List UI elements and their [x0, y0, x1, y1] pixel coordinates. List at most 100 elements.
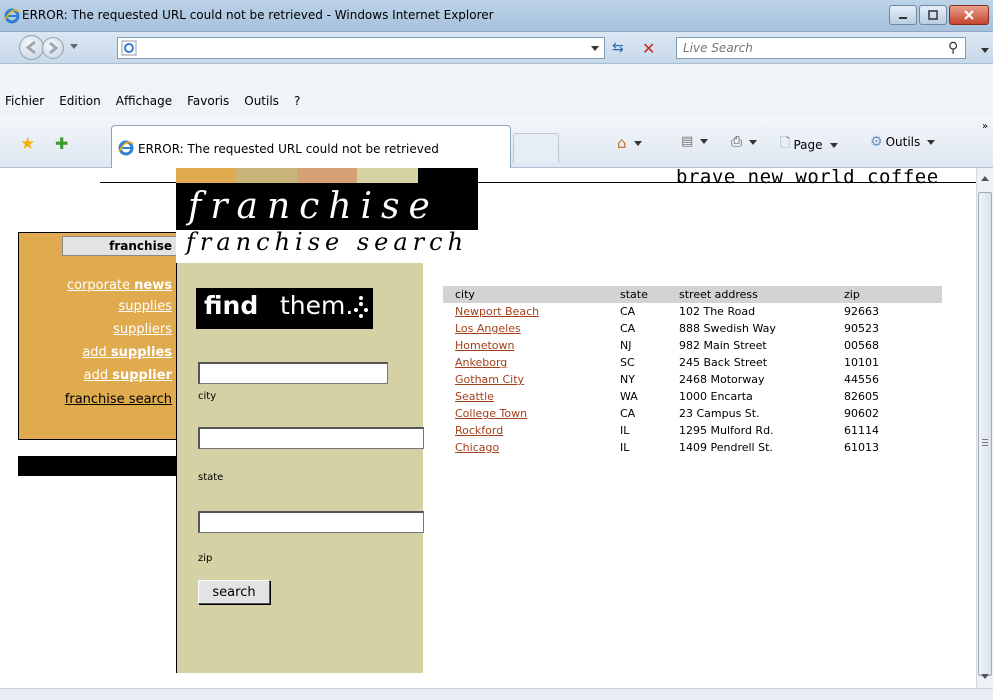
- toolbar-chevron-icon[interactable]: »: [982, 121, 988, 132]
- nav-link-corporate-news[interactable]: corporate news: [67, 278, 172, 293]
- print-dropdown-icon[interactable]: [749, 139, 758, 145]
- feeds-dropdown-icon[interactable]: [700, 139, 709, 144]
- table-row: Ankeborg SC 245 Back Street 10101: [443, 354, 942, 371]
- nav-link-franchise-search[interactable]: franchise search: [65, 392, 172, 407]
- refresh-icon[interactable]: ⇆: [612, 40, 624, 56]
- menu-edit[interactable]: Edition: [58, 94, 102, 108]
- command-bar: ★ ✚ ERROR: The requested URL could not b…: [0, 117, 993, 168]
- address-cell: 102 The Road: [679, 305, 756, 318]
- address-cell: 2468 Motorway: [679, 373, 765, 386]
- dots-icon: [354, 296, 368, 318]
- feeds-button[interactable]: ▤: [681, 134, 709, 149]
- city-link[interactable]: College Town: [455, 407, 527, 420]
- nav-link-add-supplier[interactable]: add supplier: [84, 368, 172, 383]
- col-street-address: street address: [667, 286, 832, 303]
- city-link[interactable]: Newport Beach: [455, 305, 539, 318]
- table-row: Newport Beach CA 102 The Road 92663: [443, 303, 942, 320]
- history-dropdown-icon[interactable]: [70, 44, 78, 49]
- city-link[interactable]: Hometown: [455, 339, 515, 352]
- table-header-row: city state street address zip: [443, 286, 942, 303]
- search-icon[interactable]: ⚲: [948, 40, 958, 56]
- state-cell: NJ: [620, 339, 632, 352]
- address-cell: 1409 Pendrell St.: [679, 441, 773, 454]
- city-link[interactable]: Ankeborg: [455, 356, 507, 369]
- address-cell: 23 Campus St.: [679, 407, 760, 420]
- state-cell: IL: [620, 424, 630, 437]
- search-box[interactable]: [676, 37, 966, 59]
- state-cell: WA: [620, 390, 638, 403]
- state-cell: SC: [620, 356, 635, 369]
- search-input[interactable]: [677, 38, 917, 58]
- tools-menu-button[interactable]: ⚙ Outils: [870, 134, 936, 150]
- new-tab-button[interactable]: [513, 133, 559, 163]
- address-dropdown-icon[interactable]: [591, 46, 599, 51]
- menu-file[interactable]: Fichier: [4, 94, 45, 108]
- maximize-button[interactable]: [919, 5, 947, 25]
- tab-ie-icon: [118, 140, 134, 156]
- home-dropdown-icon[interactable]: [633, 140, 642, 146]
- close-window-button[interactable]: [949, 5, 989, 25]
- zip-cell: 92663: [844, 305, 879, 318]
- back-button[interactable]: [19, 35, 44, 60]
- scroll-down-icon[interactable]: [981, 674, 989, 679]
- search-dropdown-icon[interactable]: [981, 48, 989, 53]
- page-menu-button[interactable]: 🗋 Page: [780, 134, 838, 156]
- zip-cell: 90602: [844, 407, 879, 420]
- scroll-grip-icon: [982, 439, 988, 446]
- city-link[interactable]: Seattle: [455, 390, 494, 403]
- city-link[interactable]: Los Angeles: [455, 322, 521, 335]
- page-dropdown-icon[interactable]: [829, 142, 838, 148]
- zip-cell: 90523: [844, 322, 879, 335]
- zip-cell: 82605: [844, 390, 879, 403]
- nav-footer-bar: [18, 456, 176, 476]
- menu-favorites[interactable]: Favoris: [186, 94, 230, 108]
- menu-tools[interactable]: Outils: [243, 94, 280, 108]
- state-cell: NY: [620, 373, 635, 386]
- add-favorite-icon[interactable]: ✚: [55, 134, 68, 153]
- table-row: Chicago IL 1409 Pendrell St. 61013: [443, 439, 942, 456]
- nav-header-label: franchise: [109, 239, 172, 253]
- zip-cell: 44556: [844, 373, 879, 386]
- address-cell: 888 Swedish Way: [679, 322, 776, 335]
- back-arrow-icon: [25, 40, 36, 55]
- nav-link-suppliers[interactable]: suppliers: [113, 322, 172, 337]
- state-input[interactable]: [198, 427, 424, 449]
- city-link[interactable]: Rockford: [455, 424, 503, 437]
- zip-cell: 10101: [844, 356, 879, 369]
- nav-link-add-supplies[interactable]: add supplies: [82, 345, 172, 360]
- tab-current[interactable]: ERROR: The requested URL could not be re…: [111, 125, 511, 168]
- nav-link-supplies[interactable]: supplies: [118, 299, 172, 314]
- address-field[interactable]: [117, 37, 605, 59]
- scroll-thumb[interactable]: [978, 192, 992, 676]
- city-input[interactable]: [198, 362, 388, 384]
- city-link[interactable]: Gotham City: [455, 373, 524, 386]
- nav-header: franchise: [62, 236, 176, 256]
- title-bar: ERROR: The requested URL could not be re…: [0, 0, 993, 32]
- city-link[interactable]: Chicago: [455, 441, 499, 454]
- home-button[interactable]: ⌂: [617, 134, 642, 152]
- zip-cell: 00568: [844, 339, 879, 352]
- state-cell: CA: [620, 407, 636, 420]
- menu-help[interactable]: ?: [293, 94, 301, 108]
- scroll-up-icon[interactable]: [981, 176, 989, 181]
- table-row: Hometown NJ 982 Main Street 00568: [443, 337, 942, 354]
- site-brand: brave new world coffee: [676, 168, 939, 188]
- stop-icon[interactable]: ✕: [642, 39, 655, 58]
- col-city: city: [443, 286, 608, 303]
- print-button[interactable]: ⎙: [731, 134, 758, 150]
- address-cell: 245 Back Street: [679, 356, 768, 369]
- window-title: ERROR: The requested URL could not be re…: [22, 8, 494, 22]
- menu-bar: Fichier Edition Affichage Favoris Outils…: [0, 64, 993, 117]
- address-cell: 1000 Encarta: [679, 390, 753, 403]
- minimize-button[interactable]: [889, 5, 917, 25]
- tools-menu-label: Outils: [885, 135, 921, 149]
- status-bar: [0, 688, 993, 700]
- forward-button[interactable]: [42, 37, 64, 59]
- zip-input[interactable]: [198, 511, 424, 533]
- page-ie-icon: [121, 40, 137, 56]
- tools-dropdown-icon[interactable]: [927, 139, 936, 145]
- menu-view[interactable]: Affichage: [115, 94, 173, 108]
- vertical-scrollbar[interactable]: [976, 168, 993, 688]
- favorites-star-icon[interactable]: ★: [20, 134, 35, 154]
- search-button[interactable]: search: [198, 580, 270, 604]
